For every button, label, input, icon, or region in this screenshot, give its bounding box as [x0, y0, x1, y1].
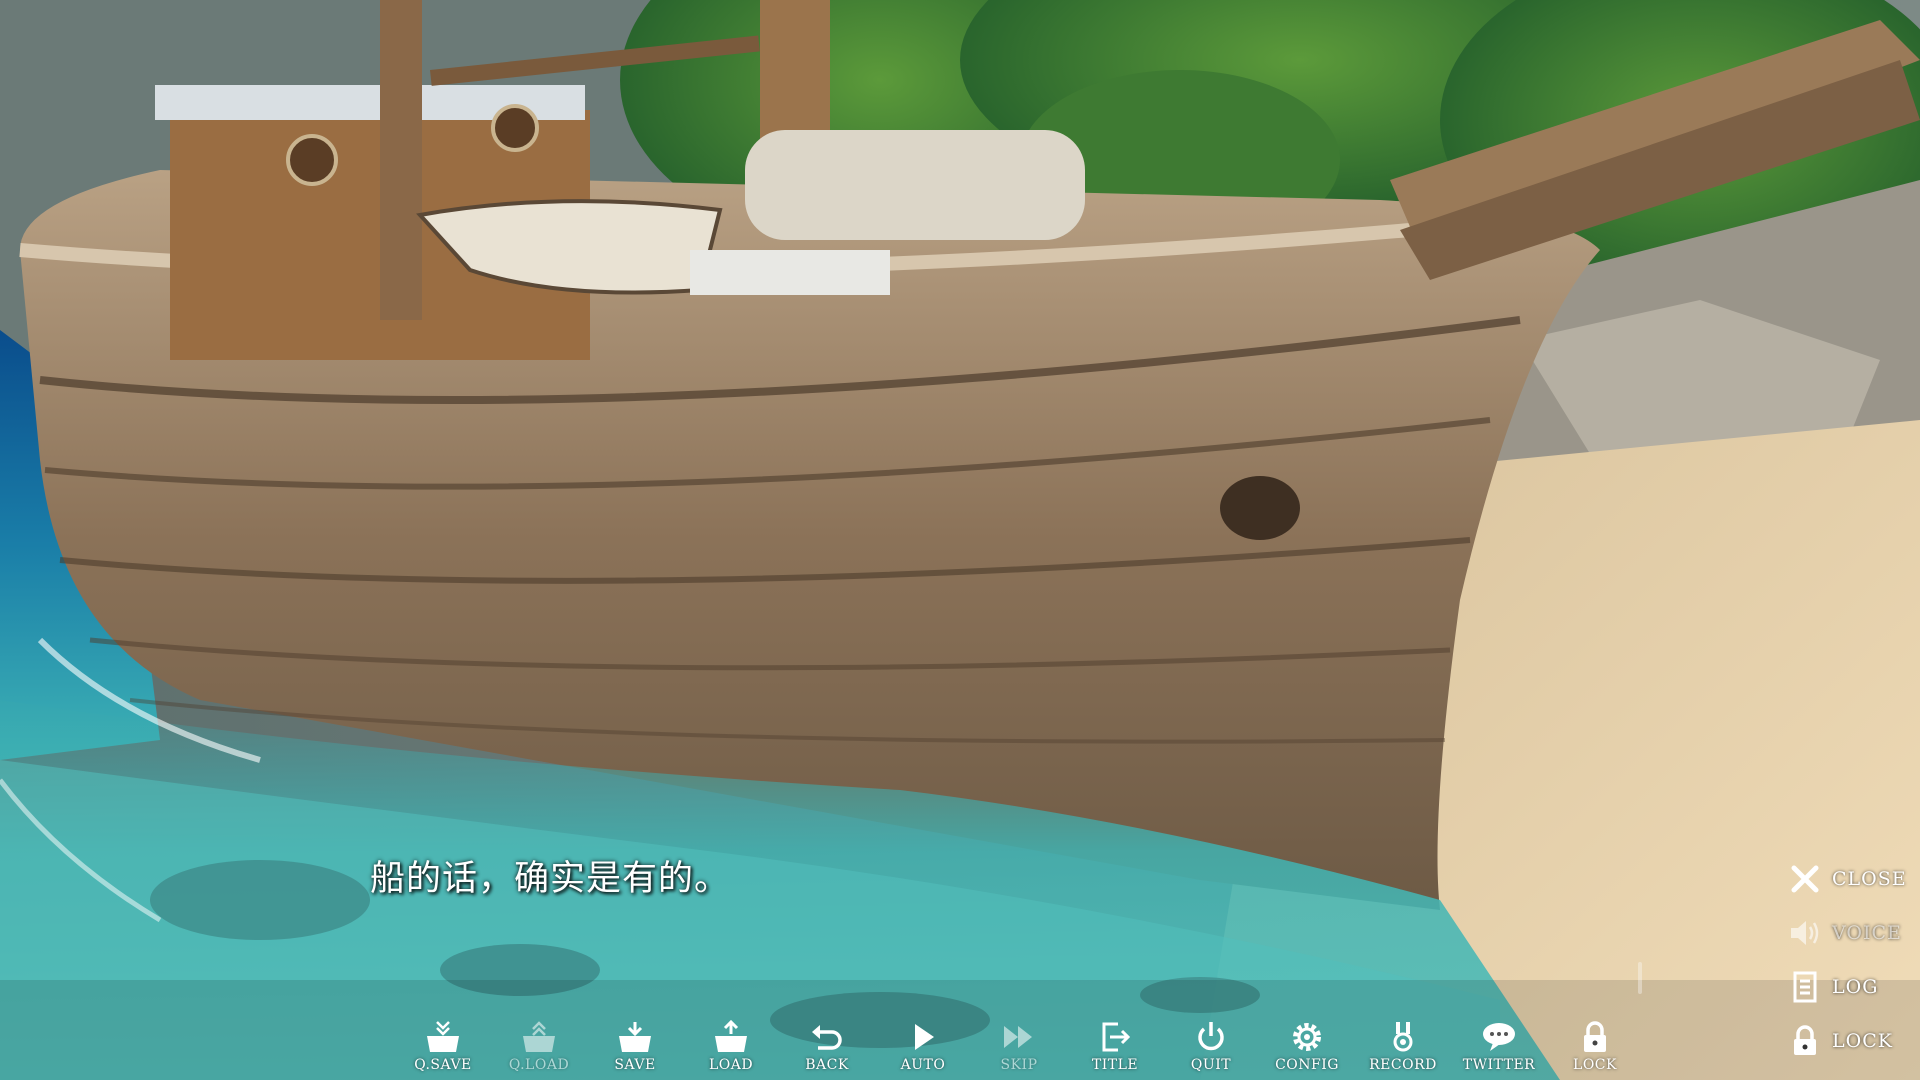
quick-save-button[interactable]: Q.SAVE	[395, 1018, 491, 1080]
close-label: CLOSE	[1832, 868, 1907, 890]
close-icon	[1788, 862, 1822, 896]
log-button[interactable]: LOG	[1788, 960, 1913, 1014]
skip-label: SKIP	[1000, 1057, 1038, 1073]
back-arrow-icon	[807, 1018, 847, 1056]
medal-icon	[1383, 1018, 1423, 1056]
side-menu: CLOSE VOICE LOG LOCK	[1788, 852, 1913, 1068]
power-icon	[1191, 1018, 1231, 1056]
play-icon	[903, 1018, 943, 1056]
save-button[interactable]: SAVE	[587, 1018, 683, 1080]
quit-label: QUIT	[1190, 1057, 1232, 1073]
skip-button[interactable]: SKIP	[971, 1018, 1067, 1080]
lock-toolbar-button[interactable]: LOCK	[1547, 1018, 1643, 1080]
auto-button[interactable]: AUTO	[875, 1018, 971, 1080]
voice-label: VOICE	[1832, 922, 1902, 944]
quick-save-icon	[423, 1018, 463, 1056]
load-button[interactable]: LOAD	[683, 1018, 779, 1080]
record-button[interactable]: RECORD	[1355, 1018, 1451, 1080]
title-button[interactable]: TITLE	[1067, 1018, 1163, 1080]
log-icon	[1788, 970, 1822, 1004]
fast-forward-icon	[999, 1018, 1039, 1056]
voice-button[interactable]: VOICE	[1788, 906, 1913, 960]
lock-icon	[1575, 1018, 1615, 1056]
save-label: SAVE	[614, 1057, 656, 1073]
speech-bubble-icon	[1479, 1018, 1519, 1056]
save-icon	[615, 1018, 655, 1056]
back-button[interactable]: BACK	[779, 1018, 875, 1080]
record-label: RECORD	[1369, 1057, 1437, 1073]
bottom-toolbar: Q.SAVE Q.LOAD SAVE LOAD BACK AUTO SKIP T…	[395, 1018, 1643, 1080]
lock-toolbar-label: LOCK	[1573, 1057, 1617, 1073]
twitter-button[interactable]: TWITTER	[1451, 1018, 1547, 1080]
scroll-indicator	[1638, 962, 1642, 994]
load-label: LOAD	[708, 1057, 754, 1073]
config-button[interactable]: CONFIG	[1259, 1018, 1355, 1080]
load-icon	[711, 1018, 751, 1056]
background-scene	[0, 0, 1920, 1080]
dialogue-text: 船的话，确实是有的。	[370, 859, 731, 899]
title-label: TITLE	[1091, 1057, 1139, 1073]
speaker-icon	[1788, 916, 1822, 950]
close-button[interactable]: CLOSE	[1788, 852, 1913, 906]
quick-load-icon	[519, 1018, 559, 1056]
auto-label: AUTO	[900, 1057, 946, 1073]
quit-button[interactable]: QUIT	[1163, 1018, 1259, 1080]
lock-label: LOCK	[1832, 1030, 1893, 1052]
log-label: LOG	[1832, 976, 1879, 998]
exit-door-icon	[1095, 1018, 1135, 1056]
quick-save-label: Q.SAVE	[414, 1057, 472, 1073]
lock-icon	[1788, 1024, 1822, 1058]
lock-button[interactable]: LOCK	[1788, 1014, 1913, 1068]
config-label: CONFIG	[1275, 1057, 1339, 1073]
quick-load-label: Q.LOAD	[508, 1057, 570, 1073]
quick-load-button[interactable]: Q.LOAD	[491, 1018, 587, 1080]
twitter-label: TWITTER	[1462, 1057, 1536, 1073]
back-label: BACK	[805, 1057, 849, 1073]
gear-icon	[1287, 1018, 1327, 1056]
